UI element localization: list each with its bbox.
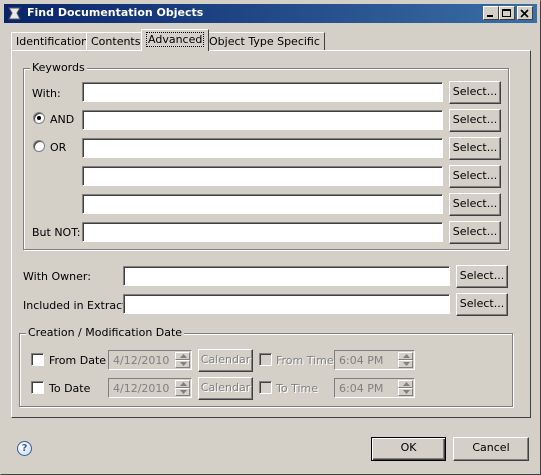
with-label: With: xyxy=(32,87,61,100)
close-icon xyxy=(520,9,529,18)
from-time-spinner[interactable]: 6:04 PM xyxy=(334,350,415,370)
from-time-label: From Time xyxy=(276,354,334,367)
spin-down-button[interactable] xyxy=(398,360,413,368)
to-time-spinner[interactable]: 6:04 PM xyxy=(334,378,415,398)
to-date-value: 4/12/2010 xyxy=(113,382,170,395)
cancel-button[interactable]: Cancel xyxy=(453,437,529,461)
to-time-label: To Time xyxy=(276,382,318,395)
but-not-select-button[interactable]: Select... xyxy=(449,221,501,244)
tab-label: Identification xyxy=(16,35,89,48)
or-field-1[interactable] xyxy=(82,138,443,158)
or-select-button-3[interactable]: Select... xyxy=(449,193,501,216)
with-owner-label: With Owner: xyxy=(23,270,91,283)
or-label: OR xyxy=(50,141,67,154)
tab-object-type-specific[interactable]: Object Type Specific xyxy=(204,32,325,51)
from-time-checkbox[interactable] xyxy=(259,353,272,366)
spin-down-button[interactable] xyxy=(398,388,413,396)
with-field[interactable] xyxy=(82,82,443,102)
spinner-arrows[interactable] xyxy=(175,352,190,368)
tab-label: Object Type Specific xyxy=(209,35,320,48)
spin-up-button[interactable] xyxy=(398,352,413,360)
spin-up-button[interactable] xyxy=(175,352,190,360)
to-time-checkbox[interactable] xyxy=(259,381,272,394)
spinner-arrows[interactable] xyxy=(398,380,413,396)
or-radio[interactable] xyxy=(33,140,45,152)
window-title: Find Documentation Objects xyxy=(27,6,204,19)
to-date-checkbox[interactable] xyxy=(31,381,44,394)
caret-up-icon xyxy=(403,354,410,358)
or-select-button-2[interactable]: Select... xyxy=(449,165,501,188)
close-button[interactable] xyxy=(517,6,533,20)
included-in-extract-label: Included in Extract: xyxy=(23,299,131,312)
caret-down-icon xyxy=(403,362,410,366)
caret-down-icon xyxy=(403,390,410,394)
dialog-window: Find Documentation Objects Identificatio… xyxy=(0,0,541,475)
but-not-field[interactable] xyxy=(82,222,443,242)
spin-up-button[interactable] xyxy=(398,380,413,388)
from-date-value: 4/12/2010 xyxy=(113,354,170,367)
with-owner-field[interactable] xyxy=(123,266,450,286)
radio-dot xyxy=(37,116,41,120)
spinner-arrows[interactable] xyxy=(398,352,413,368)
caret-down-icon xyxy=(180,362,187,366)
included-in-extract-select-button[interactable]: Select... xyxy=(456,293,508,316)
to-date-label: To Date xyxy=(49,382,91,395)
date-group: Creation / Modification Date From Date 4… xyxy=(19,326,513,407)
tab-label: Contents xyxy=(91,35,141,48)
to-time-value: 6:04 PM xyxy=(339,382,384,395)
or-field-2[interactable] xyxy=(82,166,443,186)
maximize-icon xyxy=(502,9,511,17)
to-calendar-button[interactable]: Calendar xyxy=(198,377,253,400)
app-icon xyxy=(8,7,21,20)
included-in-extract-field[interactable] xyxy=(123,294,450,314)
caret-up-icon xyxy=(180,354,187,358)
tab-label: Advanced xyxy=(146,32,205,47)
caret-up-icon xyxy=(403,382,410,386)
from-calendar-button[interactable]: Calendar xyxy=(198,349,253,372)
caret-up-icon xyxy=(180,382,187,386)
or-field-3[interactable] xyxy=(82,194,443,214)
maximize-button[interactable] xyxy=(499,6,515,20)
tab-contents[interactable]: Contents xyxy=(86,32,146,51)
question-icon[interactable]: ? xyxy=(17,441,32,456)
with-select-button[interactable]: Select... xyxy=(449,81,501,104)
and-select-button[interactable]: Select... xyxy=(449,109,501,132)
keywords-group-label: Keywords xyxy=(30,61,87,74)
or-select-button-1[interactable]: Select... xyxy=(449,137,501,160)
tab-identification[interactable]: Identification xyxy=(11,32,94,51)
spinner-arrows[interactable] xyxy=(175,380,190,396)
title-bar[interactable]: Find Documentation Objects xyxy=(4,4,537,23)
and-label: AND xyxy=(50,113,75,126)
from-time-value: 6:04 PM xyxy=(339,354,384,367)
with-owner-select-button[interactable]: Select... xyxy=(456,265,508,288)
from-date-label: From Date xyxy=(49,354,107,367)
spin-down-button[interactable] xyxy=(175,360,190,368)
advanced-panel: Keywords With: Select... AND Select... O… xyxy=(11,50,531,418)
spin-up-button[interactable] xyxy=(175,380,190,388)
to-date-spinner[interactable]: 4/12/2010 xyxy=(108,378,192,398)
tab-advanced[interactable]: Advanced xyxy=(141,29,210,51)
ok-button[interactable]: OK xyxy=(371,437,446,461)
and-field[interactable] xyxy=(82,110,443,130)
keywords-group: Keywords With: Select... AND Select... O… xyxy=(23,61,509,250)
caret-down-icon xyxy=(180,390,187,394)
date-group-label: Creation / Modification Date xyxy=(26,326,185,339)
minimize-button[interactable] xyxy=(483,6,499,20)
from-date-spinner[interactable]: 4/12/2010 xyxy=(108,350,192,370)
from-date-checkbox[interactable] xyxy=(31,353,44,366)
but-not-label: But NOT: xyxy=(32,226,81,239)
and-radio[interactable] xyxy=(33,112,45,124)
spin-down-button[interactable] xyxy=(175,388,190,396)
minimize-icon xyxy=(487,15,493,17)
